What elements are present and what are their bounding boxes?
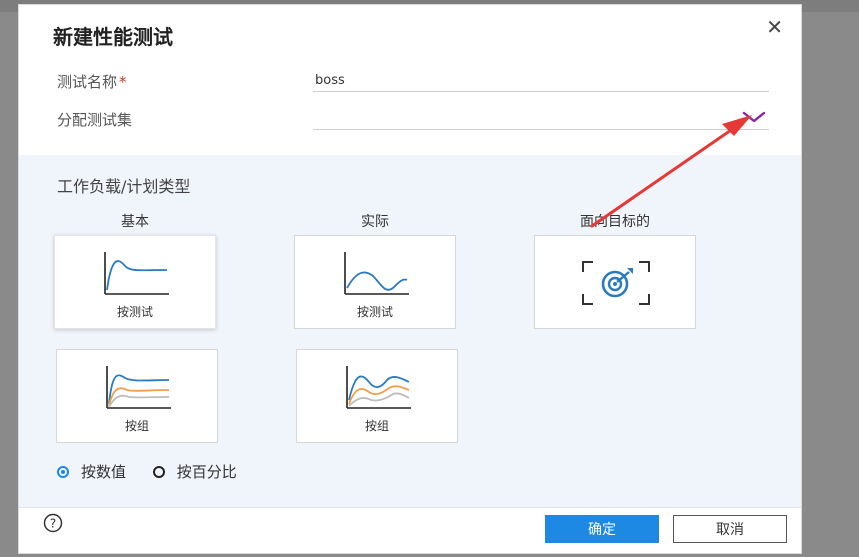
required-mark: * — [119, 73, 127, 91]
radio-by-percent[interactable]: 按百分比 — [152, 461, 237, 482]
test-name-label: 测试名称 * — [57, 71, 127, 92]
svg-text:?: ? — [50, 517, 56, 531]
cancel-button[interactable]: 取消 — [673, 515, 787, 543]
test-name-underline — [313, 91, 769, 92]
ok-button[interactable]: 确定 — [545, 515, 659, 543]
workload-panel — [19, 155, 801, 507]
column-label-goal: 面向目标的 — [580, 214, 650, 230]
footer-divider — [19, 507, 801, 508]
card-caption: 按组 — [364, 419, 389, 433]
goal-target-icon — [582, 261, 650, 305]
new-performance-test-dialog: 新建性能测试 ✕ 测试名称 * boss 分配测试集 工作负载/计划类型 基本 实… — [18, 4, 802, 554]
radio-by-value[interactable]: 按数值 — [57, 461, 126, 482]
distribution-radio-group: 按数值 按百分比 — [57, 461, 259, 482]
test-name-label-text: 测试名称 — [57, 73, 118, 91]
real-group-curves-icon — [346, 366, 411, 409]
real-wave-curve-icon — [344, 252, 409, 295]
radio-by-percent-label: 按百分比 — [176, 463, 237, 481]
chevron-down-icon[interactable] — [741, 109, 767, 125]
test-set-label: 分配测试集 — [57, 111, 133, 129]
card-real-by-test[interactable]: 按测试 — [294, 235, 456, 329]
card-goal-oriented[interactable] — [534, 235, 696, 329]
close-icon[interactable]: ✕ — [766, 17, 783, 37]
card-basic-by-test[interactable]: 按测试 — [54, 235, 216, 329]
basic-single-curve-icon — [104, 252, 169, 295]
basic-group-curves-icon — [106, 366, 171, 409]
card-caption: 按组 — [124, 419, 149, 433]
column-label-basic: 基本 — [121, 214, 149, 230]
card-caption: 按测试 — [116, 305, 153, 319]
dialog-title: 新建性能测试 — [53, 25, 173, 49]
radio-unchecked-icon — [152, 465, 165, 478]
test-name-input[interactable]: boss — [315, 73, 345, 88]
workload-section-title: 工作负载/计划类型 — [57, 177, 191, 196]
radio-checked-icon — [57, 465, 69, 478]
card-basic-by-group[interactable]: 按组 — [56, 349, 218, 443]
help-icon[interactable]: ? — [43, 513, 63, 533]
column-label-real: 实际 — [361, 214, 389, 230]
radio-by-value-label: 按数值 — [81, 463, 127, 481]
test-set-underline — [313, 129, 769, 130]
card-real-by-group[interactable]: 按组 — [296, 349, 458, 443]
card-caption: 按测试 — [356, 305, 393, 319]
